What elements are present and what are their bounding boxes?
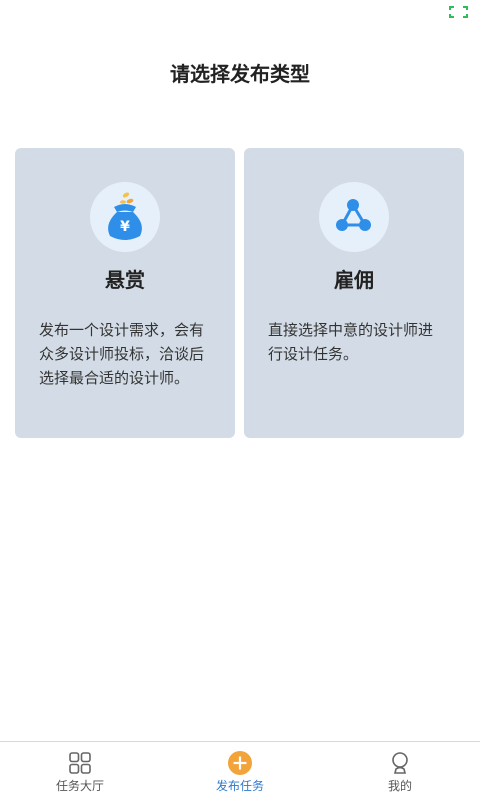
hire-card-title: 雇佣	[334, 268, 374, 292]
nav-item-publish-task[interactable]: 发布任务	[160, 742, 320, 800]
money-bag-icon: ¥	[90, 182, 160, 252]
grid-icon	[69, 752, 91, 774]
nav-label-publish-task: 发布任务	[215, 779, 264, 793]
svg-text:¥: ¥	[120, 219, 130, 235]
reward-card[interactable]: ¥ 悬赏 发布一个设计需求，会有众多设计师投标，洽谈后选择最合适的设计师。	[15, 148, 235, 438]
fullscreen-icon	[449, 6, 468, 18]
hire-card[interactable]: 雇佣 直接选择中意的设计师进行设计任务。	[244, 148, 464, 438]
person-icon	[392, 752, 408, 774]
nav-item-task-hall[interactable]: 任务大厅	[0, 742, 160, 800]
screen: 请选择发布类型 ¥ 悬赏 发布一个设计需求，会有众多设计师投标，洽谈后选择最合适…	[0, 0, 480, 800]
hire-card-description: 直接选择中意的设计师进行设计任务。	[268, 321, 434, 363]
reward-card-title: 悬赏	[105, 268, 145, 292]
nav-item-mine[interactable]: 我的	[320, 742, 480, 800]
reward-card-description: 发布一个设计需求，会有众多设计师投标，洽谈后选择最合适的设计师。	[39, 321, 205, 387]
share-network-icon	[319, 182, 389, 252]
nav-label-task-hall: 任务大厅	[55, 779, 104, 793]
nav-label-mine: 我的	[387, 779, 412, 793]
bottom-nav: 任务大厅 发布任务 我的	[0, 741, 480, 800]
plus-circle-icon	[228, 751, 252, 775]
page-title: 请选择发布类型	[170, 62, 310, 86]
